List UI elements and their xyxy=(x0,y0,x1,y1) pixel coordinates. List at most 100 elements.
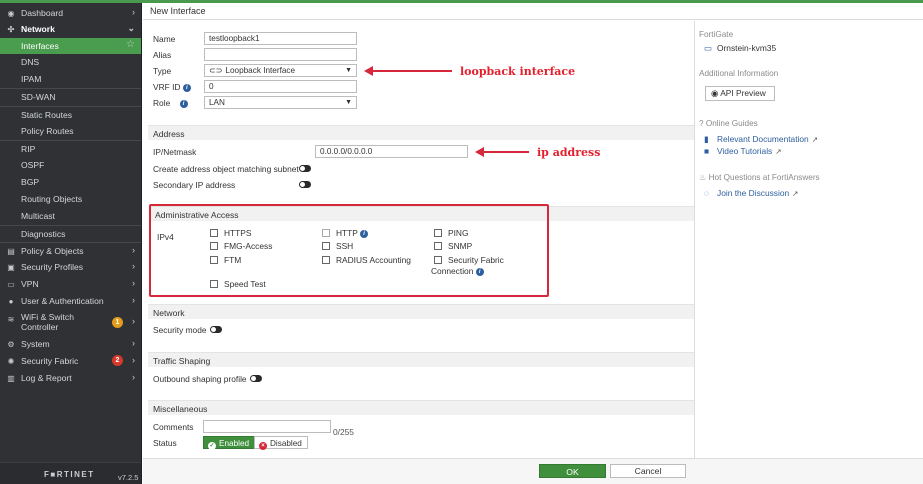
hot-questions-heading: ♨ Hot Questions at FortiAnswers xyxy=(699,173,820,182)
sidebar-item-ipam[interactable]: IPAM xyxy=(0,71,141,87)
sidebar-item-static-routes[interactable]: Static Routes xyxy=(0,106,141,122)
ipmask-label: IP/Netmask xyxy=(153,147,197,157)
vrf-input[interactable]: 0 xyxy=(204,80,357,93)
sidebar-item-system[interactable]: ⚙ System › xyxy=(0,336,141,352)
network-section: Network xyxy=(148,304,694,319)
role-select[interactable]: LAN ▼ xyxy=(204,96,357,109)
fortinet-logo: F■RTINET xyxy=(44,470,95,479)
fortigate-heading: FortiGate xyxy=(699,30,734,39)
join-discussion-link[interactable]: Join the Discussion ↗ xyxy=(717,188,798,198)
network-icon: ✣ xyxy=(7,24,15,34)
name-input[interactable]: testloopback1 xyxy=(204,32,357,45)
sidebar-item-multicast[interactable]: Multicast xyxy=(0,208,141,224)
status-disabled-button[interactable]: × Disabled xyxy=(254,436,308,450)
wifi-icon: ≋ xyxy=(7,314,15,324)
relevant-docs-link[interactable]: Relevant Documentation ↗ xyxy=(717,134,818,144)
external-link-icon: ↗ xyxy=(811,135,819,144)
info-icon[interactable]: i xyxy=(179,99,188,108)
external-link-icon: ↗ xyxy=(792,189,799,198)
outbound-shaping-toggle[interactable] xyxy=(250,375,262,382)
notification-badge: 1 xyxy=(112,317,123,328)
chevron-down-icon: ▼ xyxy=(345,67,352,74)
sidebar-item-ospf[interactable]: OSPF xyxy=(0,157,141,173)
annotation-ip-address: ip address xyxy=(537,146,601,159)
video-tutorials-link[interactable]: Video Tutorials ↗ xyxy=(717,146,782,156)
fire-icon: ♨ xyxy=(699,173,707,182)
video-icon: ■ xyxy=(704,146,710,156)
status-enabled-button[interactable]: ✓ Enabled xyxy=(203,436,255,450)
ok-button[interactable]: OK xyxy=(539,464,606,478)
question-icon: ? xyxy=(699,119,704,128)
gear-icon: ⚙ xyxy=(7,339,15,349)
sidebar-item-sdwan[interactable]: SD-WAN xyxy=(0,88,141,104)
sidebar-item-security-fabric[interactable]: ✺ Security Fabric 2 › xyxy=(0,353,141,369)
admin-access-highlight-box xyxy=(149,204,549,297)
additional-info-heading: Additional Information xyxy=(699,69,779,78)
dashboard-icon: ◉ xyxy=(7,8,15,18)
alias-input[interactable] xyxy=(204,48,357,61)
chevron-right-icon: › xyxy=(132,372,135,382)
outbound-shaping-label: Outbound shaping profile xyxy=(153,374,247,384)
sidebar-item-wifi-switch[interactable]: ≋ WiFi & Switch Controller 1 › xyxy=(0,311,141,334)
annotation-loopback-interface: loopback interface xyxy=(460,65,576,78)
sidebar-item-interfaces[interactable]: Interfaces ☆ xyxy=(0,38,141,54)
chevron-right-icon: › xyxy=(132,355,135,365)
comments-label: Comments xyxy=(153,422,194,432)
sidebar-item-network[interactable]: ✣ Network ⌄ xyxy=(0,21,141,37)
create-address-toggle[interactable] xyxy=(299,165,311,172)
x-circle-icon: × xyxy=(259,442,267,450)
api-preview-button[interactable]: ◉ API Preview xyxy=(705,86,775,101)
sidebar-item-dashboard[interactable]: ◉ Dashboard › xyxy=(0,5,141,21)
comments-counter: 0/255 xyxy=(333,427,354,437)
notification-badge: 2 xyxy=(112,355,123,366)
info-icon[interactable]: i xyxy=(182,83,191,92)
link-icon: ⊂⊃ xyxy=(209,66,223,75)
sidebar-footer: F■RTINET v7.2.5 xyxy=(0,462,141,484)
sidebar-item-log-report[interactable]: ▥ Log & Report › xyxy=(0,370,141,386)
external-link-icon: ↗ xyxy=(775,147,782,156)
sidebar-item-policy-routes[interactable]: Policy Routes xyxy=(0,123,141,139)
chart-icon: ▥ xyxy=(7,373,15,383)
secondary-ip-toggle[interactable] xyxy=(299,181,311,188)
sidebar-item-vpn[interactable]: ▭ VPN › xyxy=(0,276,141,292)
sidebar-item-bgp[interactable]: BGP xyxy=(0,174,141,190)
secondary-ip-label: Secondary IP address xyxy=(153,180,236,190)
type-label: Type xyxy=(153,66,172,76)
interface-form: Name testloopback1 Alias Type ⊂⊃ Loopback… xyxy=(143,21,694,458)
eye-icon: ◉ xyxy=(711,88,719,98)
sidebar-item-rip[interactable]: RIP xyxy=(0,140,141,156)
type-select[interactable]: ⊂⊃ Loopback Interface ▼ xyxy=(204,64,357,77)
info-panel: FortiGate ▭ Ornstein-kvm35 Additional In… xyxy=(694,21,923,458)
check-icon: ✓ xyxy=(208,442,216,450)
sidebar-item-user-auth[interactable]: ● User & Authentication › xyxy=(0,293,141,309)
chevron-down-icon: ▼ xyxy=(345,99,352,106)
security-mode-label: Security mode xyxy=(153,325,207,335)
cancel-button[interactable]: Cancel xyxy=(610,464,686,478)
status-label: Status xyxy=(153,438,177,448)
chevron-right-icon: › xyxy=(132,245,135,255)
chevron-right-icon: › xyxy=(132,278,135,288)
sidebar-item-diagnostics[interactable]: Diagnostics xyxy=(0,225,141,241)
chevron-right-icon: › xyxy=(132,261,135,271)
comments-textarea[interactable] xyxy=(203,420,331,433)
sidebar-item-security-profiles[interactable]: ▣ Security Profiles › xyxy=(0,259,141,275)
sidebar-item-policy-objects[interactable]: ▤ Policy & Objects › xyxy=(0,242,141,258)
sidebar-item-routing-objects[interactable]: Routing Objects xyxy=(0,191,141,207)
chevron-right-icon: › xyxy=(132,316,135,326)
device-name[interactable]: Ornstein-kvm35 xyxy=(717,43,776,53)
chevron-right-icon: › xyxy=(132,295,135,305)
annotation-arrow-loopback xyxy=(372,70,452,72)
lock-icon: ▣ xyxy=(7,262,15,272)
vrf-label: VRF ID i xyxy=(153,82,191,92)
name-label: Name xyxy=(153,34,176,44)
star-icon[interactable]: ☆ xyxy=(126,39,135,50)
ipmask-input[interactable]: 0.0.0.0/0.0.0.0 xyxy=(315,145,468,158)
dialog-footer: OK Cancel xyxy=(143,458,923,484)
misc-section: Miscellaneous xyxy=(148,400,694,415)
role-label: Role i xyxy=(153,98,188,108)
address-section: Address xyxy=(148,125,694,140)
sidebar-item-dns[interactable]: DNS xyxy=(0,54,141,70)
fabric-icon: ✺ xyxy=(7,356,15,366)
vpn-icon: ▭ xyxy=(7,279,15,289)
security-mode-toggle[interactable] xyxy=(210,326,222,333)
